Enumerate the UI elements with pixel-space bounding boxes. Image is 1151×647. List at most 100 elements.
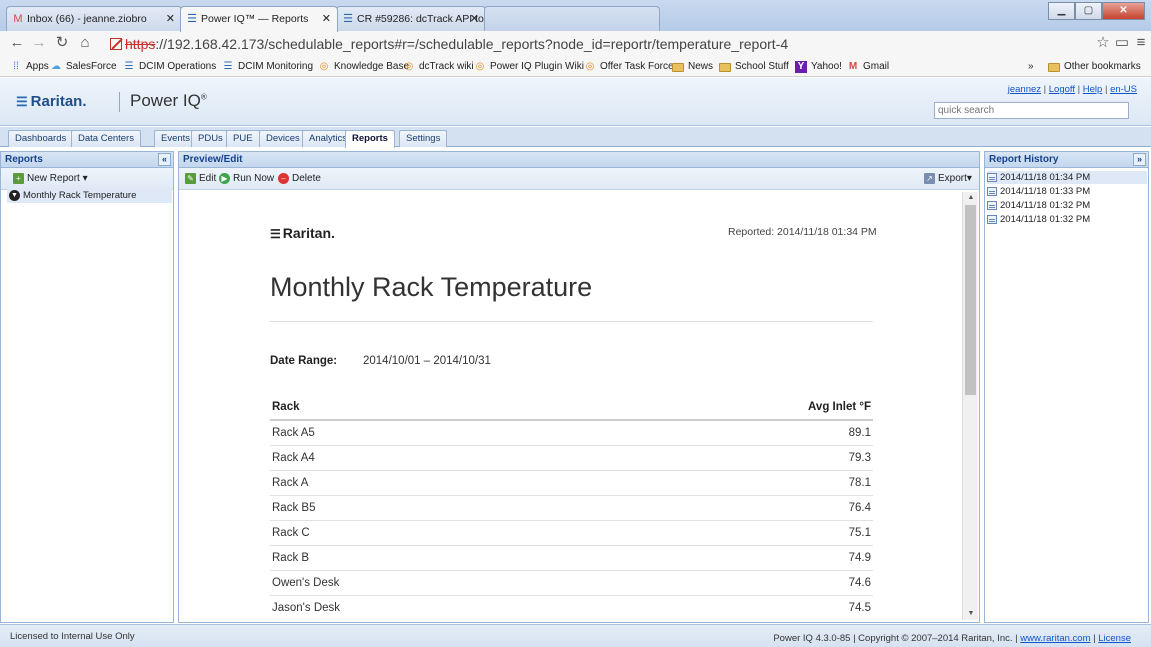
report-scrollbar[interactable]: ▲ ▼ xyxy=(962,192,978,620)
browser-tab-redacted[interactable] xyxy=(484,6,660,31)
table-row: Rack B 74.9 xyxy=(270,546,873,571)
bookmark-other[interactable]: Other bookmarks xyxy=(1048,60,1141,74)
table-row: Owen's Desk 74.6 xyxy=(270,571,873,596)
bookmark-offer-task-force[interactable]: ◎ Offer Task Force xyxy=(584,60,674,74)
delete-button[interactable]: – Delete xyxy=(278,172,321,186)
report-timestamp: Reported: 2014/11/18 01:34 PM xyxy=(728,226,877,238)
bookmarks-overflow[interactable]: » xyxy=(1028,60,1034,74)
bookmarks-bar: ⁞⁞ Apps ☁ SalesForce ☰ DCIM Operations ☰ DCI… xyxy=(0,57,1151,77)
raritan-site-link[interactable]: www.raritan.com xyxy=(1020,633,1090,644)
tab-dashboards[interactable]: Dashboards xyxy=(8,130,74,147)
bookmark-star-icon[interactable]: ☆ xyxy=(1094,34,1112,52)
collapse-right-icon[interactable]: » xyxy=(1133,153,1146,166)
close-icon[interactable]: ✕ xyxy=(470,7,479,31)
forward-icon[interactable]: → xyxy=(30,34,48,52)
cloud-icon: ☁ xyxy=(51,61,61,72)
insecure-lock-icon xyxy=(110,38,122,50)
help-link[interactable]: Help xyxy=(1083,84,1103,95)
tab-data-centers[interactable]: Data Centers xyxy=(71,130,141,147)
table-row: Rack B5 76.4 xyxy=(270,496,873,521)
cast-icon[interactable]: ▭ xyxy=(1113,34,1131,52)
bookmark-school-stuff[interactable]: School Stuff xyxy=(719,60,789,74)
export-button[interactable]: ↗ Export▾ xyxy=(924,172,972,186)
reload-icon[interactable]: ↻ xyxy=(53,34,71,52)
tab-pue[interactable]: PUE xyxy=(226,130,260,147)
menu-icon[interactable]: ≡ xyxy=(1132,34,1150,52)
tab-pdus[interactable]: PDUs xyxy=(191,130,230,147)
minimize-icon[interactable]: ▁ xyxy=(1048,2,1075,20)
url-path: ://192.168.42.173/schedulable_reports#r=… xyxy=(155,36,789,52)
app-header: ☰ Raritan. Power IQ® jeannez | Logoff | H… xyxy=(0,78,1151,126)
tab-devices[interactable]: Devices xyxy=(259,130,307,147)
reports-panel: + New Report ▾ ▼ Monthly Rack Temperature xyxy=(0,168,174,623)
search-icon: ◎ xyxy=(585,61,595,72)
user-link[interactable]: jeannez xyxy=(1008,84,1041,95)
collapse-left-icon[interactable]: « xyxy=(158,153,171,166)
browser-tab-label: Inbox (66) - jeanne.ziobro xyxy=(27,13,147,25)
column-avg-inlet: Avg Inlet °F xyxy=(808,401,871,413)
locale-link[interactable]: en-US xyxy=(1110,84,1137,95)
thermometer-report-icon: ▼ xyxy=(9,190,20,201)
history-item[interactable]: 2014/11/18 01:32 PM xyxy=(987,213,1147,226)
table-row: Rack A5 89.1 xyxy=(270,421,873,446)
maximize-icon[interactable]: ▢ xyxy=(1075,2,1102,20)
browser-tab-cr[interactable]: ☰ CR #59286: dcTrack API to ✕ xyxy=(336,6,486,31)
folder-icon xyxy=(1048,63,1060,72)
back-icon[interactable]: ← xyxy=(8,34,26,52)
bookmark-knowledge-base[interactable]: ◎ Knowledge Base xyxy=(318,60,409,74)
yahoo-icon: Y xyxy=(795,61,807,73)
browser-tab-label: Power IQ™ — Reports xyxy=(201,13,309,25)
history-item[interactable]: 2014/11/18 01:33 PM xyxy=(987,185,1147,198)
report-table: Rack Avg Inlet °F Rack A5 89.1 Rack A4 79.… xyxy=(270,393,873,620)
url-scheme: https xyxy=(125,36,156,52)
bookmark-dcim-monitoring[interactable]: ☰ DCIM Monitoring xyxy=(222,60,314,74)
window-close-icon[interactable]: ✕ xyxy=(1102,2,1145,20)
folder-icon xyxy=(672,63,684,72)
browser-tab-inbox[interactable]: M Inbox (66) - jeanne.ziobro ✕ xyxy=(6,6,182,31)
tab-reports[interactable]: Reports xyxy=(345,130,395,148)
preview-toolbar: ✎ Edit ▶ Run Now – Delete ↗ Export▾ xyxy=(179,168,979,190)
license-link[interactable]: License xyxy=(1098,633,1131,644)
preview-panel-header: Preview/Edit xyxy=(178,151,980,168)
new-report-button[interactable]: + New Report ▾ xyxy=(13,172,88,186)
column-rack: Rack xyxy=(272,401,300,413)
raritan-logo: ☰ Raritan. xyxy=(16,93,87,110)
scroll-thumb[interactable] xyxy=(965,205,976,395)
bookmark-plugin-wiki[interactable]: ◎ Power IQ Plugin Wiki xyxy=(474,60,584,74)
gmail-icon: M xyxy=(848,61,858,72)
bookmark-salesforce[interactable]: ☁ SalesForce xyxy=(50,60,117,74)
browser-tab-power-iq[interactable]: ☰ Power IQ™ — Reports ✕ xyxy=(180,6,338,32)
tab-settings[interactable]: Settings xyxy=(399,130,448,147)
run-now-button[interactable]: ▶ Run Now xyxy=(219,172,274,186)
address-bar: ← → ↻ ⌂ https://192.168.42.173/schedulab… xyxy=(0,31,1151,57)
logoff-link[interactable]: Logoff xyxy=(1049,84,1075,95)
url-field[interactable]: https://192.168.42.173/schedulable_repor… xyxy=(110,35,788,53)
close-icon[interactable]: ✕ xyxy=(322,7,331,31)
quick-search-input[interactable] xyxy=(934,102,1129,119)
apps-grid-icon: ⁞⁞ xyxy=(13,61,19,72)
history-item[interactable]: 2014/11/18 01:32 PM xyxy=(987,199,1147,212)
report-file-icon xyxy=(987,201,997,210)
user-links: jeannez | Logoff | Help | en-US xyxy=(1007,84,1137,95)
bookmark-dcim-operations[interactable]: ☰ DCIM Operations xyxy=(123,60,217,74)
scroll-down-icon[interactable]: ▼ xyxy=(963,608,979,620)
new-report-icon: + xyxy=(13,173,24,184)
divider xyxy=(119,92,120,112)
history-item[interactable]: 2014/11/18 01:34 PM xyxy=(987,171,1147,184)
bookmark-gmail[interactable]: M Gmail xyxy=(847,60,889,74)
history-panel-header: Report History » xyxy=(984,151,1149,168)
raritan-icon: ☰ xyxy=(223,61,233,72)
raritan-mark-icon: ☰ xyxy=(16,94,28,109)
scroll-up-icon[interactable]: ▲ xyxy=(963,192,979,204)
window-controls: ▁ ▢ ✕ xyxy=(1048,2,1145,22)
bookmark-news[interactable]: News xyxy=(672,60,713,74)
report-tree-item[interactable]: ▼ Monthly Rack Temperature xyxy=(7,188,172,203)
table-row: Rack C 75.1 xyxy=(270,521,873,546)
edit-button[interactable]: ✎ Edit xyxy=(185,172,216,186)
bookmark-yahoo[interactable]: Y Yahoo! xyxy=(795,60,842,74)
bookmark-apps[interactable]: ⁞⁞ Apps xyxy=(10,60,49,74)
close-icon[interactable]: ✕ xyxy=(166,7,175,31)
run-icon: ▶ xyxy=(219,173,230,184)
home-icon[interactable]: ⌂ xyxy=(76,34,94,52)
bookmark-dctrack-wiki[interactable]: ◎ dcTrack wiki xyxy=(403,60,474,74)
